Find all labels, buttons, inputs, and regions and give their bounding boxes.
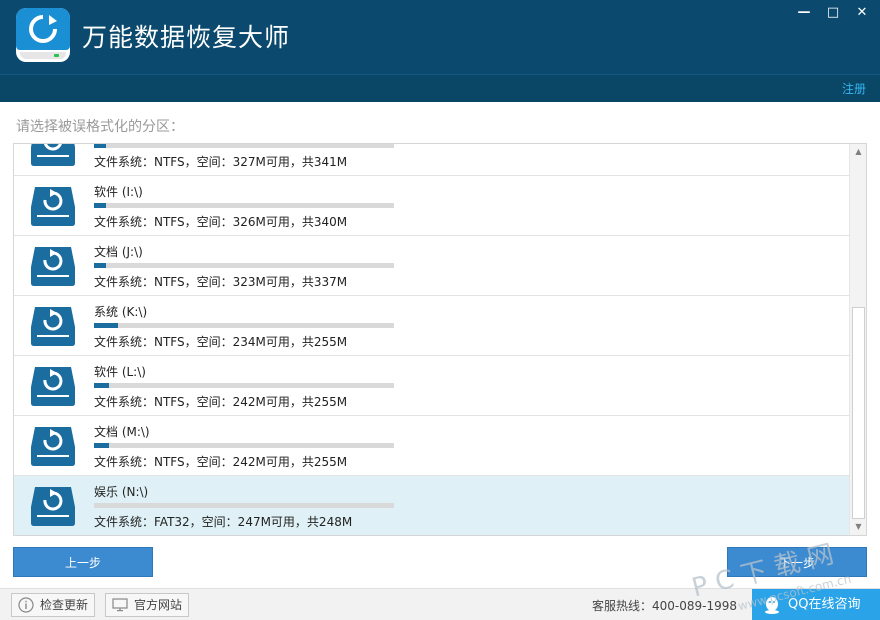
list-scrollbar[interactable]: ▲ ▼ [849,144,866,535]
maximize-button[interactable]: □ [824,6,842,20]
usage-bar-fill [94,323,118,328]
drive-info: 文件系统：NTFS，空间：323M可用，共337M [94,275,348,289]
partition-row-5[interactable]: 文档 (M:\) 文件系统：NTFS，空间：242M可用，共255M [14,416,850,476]
info-icon [18,597,34,613]
check-update-label: 检查更新 [40,598,89,612]
scroll-down-arrow-icon[interactable]: ▼ [850,519,866,535]
usage-bar-fill [94,443,109,448]
drive-name: 软件 (L:\) [94,365,146,379]
partition-row-3[interactable]: 系统 (K:\) 文件系统：NTFS，空间：234M可用，共255M [14,296,850,356]
drive-info: 文件系统：FAT32，空间：247M可用，共248M [94,515,353,529]
partition-row-1[interactable]: 软件 (I:\) 文件系统：NTFS，空间：326M可用，共340M [14,176,850,236]
usage-bar [94,503,394,508]
logo-led [54,54,59,57]
scroll-thumb[interactable] [852,307,865,519]
drive-icon [31,427,75,466]
usage-bar-fill [94,203,106,208]
drive-name: 文档 (M:\) [94,425,150,439]
drive-name: 文档 (J:\) [94,245,143,259]
prev-step-button[interactable]: 上一步 [13,547,153,577]
drive-icon [31,187,75,226]
usage-bar [94,323,394,328]
official-site-label: 官方网站 [134,598,183,612]
drive-info: 文件系统：NTFS，空间：234M可用，共255M [94,335,348,349]
usage-bar [94,144,394,148]
usage-bar-fill [94,144,106,148]
logo-bottom [20,52,66,59]
sub-bar [0,74,880,102]
scroll-up-arrow-icon[interactable]: ▲ [850,144,866,160]
partition-prompt: 请选择被误格式化的分区： [16,119,184,135]
partition-row-6[interactable]: 娱乐 (N:\) 文件系统：FAT32，空间：247M可用，共248M [14,476,850,535]
usage-bar [94,443,394,448]
minimize-button[interactable]: — [795,6,813,20]
drive-icon [31,367,75,406]
drive-name: 系统 (K:\) [94,305,148,319]
drive-info: 文件系统：NTFS，空间：242M可用，共255M [94,455,348,469]
next-step-button[interactable]: 下一步 [727,547,867,577]
usage-bar [94,383,394,388]
drive-name: 软件 (I:\) [94,185,143,199]
drive-name: 娱乐 (N:\) [94,485,149,499]
partition-row-4[interactable]: 软件 (L:\) 文件系统：NTFS，空间：242M可用，共255M [14,356,850,416]
drive-icon [31,487,75,526]
check-update-button[interactable]: 检查更新 [11,593,95,617]
close-button[interactable]: ✕ [853,6,871,20]
drive-icon [31,307,75,346]
drive-icon [31,247,75,286]
monitor-icon [112,598,128,612]
drive-icon [31,144,75,166]
usage-bar [94,263,394,268]
usage-bar [94,203,394,208]
usage-bar-fill [94,383,109,388]
partition-list: 文件系统：NTFS，空间：327M可用，共341M 软件 (I:\) 文件系统：… [13,143,867,536]
partition-row-0[interactable]: 文件系统：NTFS，空间：327M可用，共341M [14,144,850,176]
support-hotline: 客服热线：400-089-1998 [592,599,738,613]
partition-list-inner: 文件系统：NTFS，空间：327M可用，共341M 软件 (I:\) 文件系统：… [14,144,850,535]
official-site-button[interactable]: 官方网站 [105,593,189,617]
qq-penguin-icon [765,597,779,614]
drive-info: 文件系统：NTFS，空间：242M可用，共255M [94,395,348,409]
qq-consult-button[interactable]: QQ在线咨询 [752,589,880,620]
drive-info: 文件系统：NTFS，空间：327M可用，共341M [94,155,348,169]
usage-bar-fill [94,263,106,268]
refresh-icon [29,15,57,43]
app-logo-icon [16,8,70,62]
qq-consult-label: QQ在线咨询 [788,597,861,612]
partition-row-2[interactable]: 文档 (J:\) 文件系统：NTFS，空间：323M可用，共337M [14,236,850,296]
app-header: 万能数据恢复大师 — □ ✕ 注册 [0,0,880,102]
drive-info: 文件系统：NTFS，空间：326M可用，共340M [94,215,348,229]
footer-bar: 检查更新 官方网站 客服热线：400-089-1998 QQ在线咨询 [0,588,880,620]
app-title: 万能数据恢复大师 [82,23,291,52]
register-link[interactable]: 注册 [842,80,866,97]
